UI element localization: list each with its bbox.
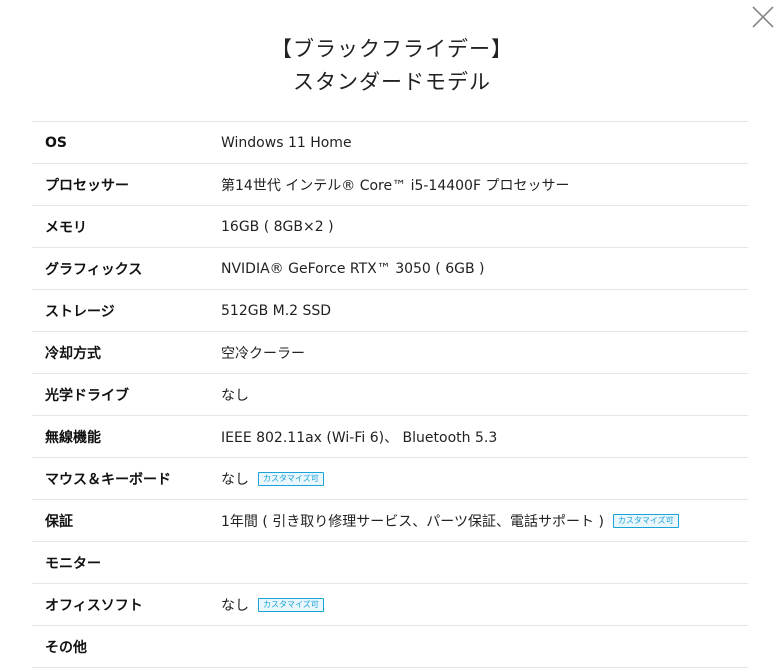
spec-label: ストレージ: [45, 303, 115, 320]
spec-row-graphics: グラフィックス NVIDIA® GeForce RTX™ 3050 ( 6GB …: [32, 248, 748, 290]
customizable-badge[interactable]: カスタマイズ可: [612, 513, 679, 528]
spec-value: 1年間 ( 引き取り修理サービス、パーツ保証、電話サポート ): [221, 513, 604, 530]
spec-label: モニター: [45, 555, 101, 572]
spec-row-monitor: モニター: [32, 542, 748, 584]
spec-label: オフィスソフト: [45, 597, 143, 614]
spec-label: マウス＆キーボード: [45, 471, 171, 488]
spec-value: なし: [221, 471, 249, 488]
spec-row-memory: メモリ 16GB ( 8GB×2 ): [32, 206, 748, 248]
spec-label: その他: [45, 639, 87, 656]
spec-row-warranty: 保証 1年間 ( 引き取り修理サービス、パーツ保証、電話サポート ) カスタマイ…: [32, 500, 748, 542]
spec-value-wrapper: 1年間 ( 引き取り修理サービス、パーツ保証、電話サポート ) カスタマイズ可: [221, 511, 679, 531]
spec-label: グラフィックス: [45, 261, 143, 278]
spec-label: 保証: [45, 513, 73, 530]
spec-row-office-software: オフィスソフト なし カスタマイズ可: [32, 584, 748, 626]
spec-label: 光学ドライブ: [45, 387, 129, 404]
spec-row-os: OS Windows 11 Home: [32, 122, 748, 164]
spec-value: 空冷クーラー: [221, 345, 305, 362]
spec-row-other: その他: [32, 626, 748, 668]
spec-value-wrapper: なし カスタマイズ可: [221, 469, 324, 489]
title-line-1: 【ブラックフライデー】: [271, 37, 513, 61]
spec-row-optical-drive: 光学ドライブ なし: [32, 374, 748, 416]
close-button[interactable]: [750, 4, 776, 30]
spec-row-mouse-keyboard: マウス＆キーボード なし カスタマイズ可: [32, 458, 748, 500]
spec-table: OS Windows 11 Home プロセッサー 第14世代 インテル® Co…: [32, 121, 748, 668]
spec-value-wrapper: なし カスタマイズ可: [221, 595, 324, 615]
spec-row-processor: プロセッサー 第14世代 インテル® Core™ i5-14400F プロセッサ…: [32, 164, 748, 206]
spec-value: 第14世代 インテル® Core™ i5-14400F プロセッサー: [221, 177, 570, 194]
close-x-icon: [752, 6, 774, 28]
spec-label: OS: [45, 134, 67, 151]
customizable-badge[interactable]: カスタマイズ可: [258, 597, 324, 612]
spec-label: プロセッサー: [45, 177, 129, 194]
spec-value: IEEE 802.11ax (Wi-Fi 6)、 Bluetooth 5.3: [221, 429, 498, 446]
title-line-2: スタンダードモデル: [293, 70, 491, 94]
spec-value: NVIDIA® GeForce RTX™ 3050 ( 6GB ): [221, 260, 485, 277]
spec-value: なし: [221, 387, 249, 404]
spec-label: メモリ: [45, 219, 87, 236]
spec-label: 冷却方式: [45, 345, 101, 362]
dialog-title: 【ブラックフライデー】 スタンダードモデル: [0, 33, 784, 99]
spec-row-wireless: 無線機能 IEEE 802.11ax (Wi-Fi 6)、 Bluetooth …: [32, 416, 748, 458]
spec-label: 無線機能: [45, 429, 101, 446]
spec-value: 512GB M.2 SSD: [221, 302, 332, 319]
customizable-badge[interactable]: カスタマイズ可: [258, 471, 324, 486]
spec-row-cooling: 冷却方式 空冷クーラー: [32, 332, 748, 374]
spec-value: Windows 11 Home: [221, 134, 352, 151]
spec-value: なし: [221, 597, 249, 614]
spec-value: 16GB ( 8GB×2 ): [221, 218, 334, 235]
spec-row-storage: ストレージ 512GB M.2 SSD: [32, 290, 748, 332]
